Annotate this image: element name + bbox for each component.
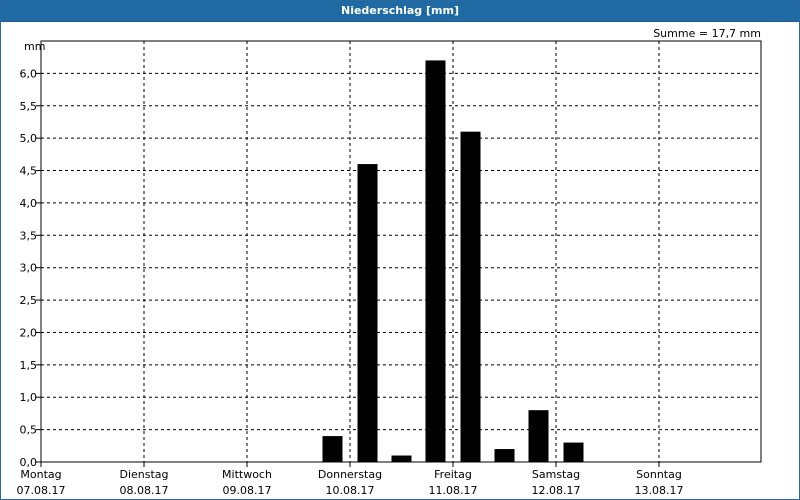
x-tick-day-label: Dienstag [119,468,168,481]
x-tick-date-label: 07.08.17 [17,484,66,497]
precipitation-bar [357,164,378,463]
y-tick-label: 4,0 [20,197,38,210]
sum-annotation: Summe = 17,7 mm [653,27,761,40]
y-tick-label: 6,0 [20,67,38,80]
precipitation-bar [391,455,412,462]
x-tick-date-label: 08.08.17 [120,484,169,497]
precipitation-bar [528,410,549,462]
precipitation-bar [460,131,481,462]
y-tick-label: 2,5 [20,294,38,307]
x-tick-date-label: 11.08.17 [429,484,478,497]
grid-lines [41,41,761,462]
x-tick-day-label: Donnerstag [318,468,382,481]
axes [36,40,762,467]
x-tick-day-label: Samstag [532,468,580,481]
x-tick-date-label: 10.08.17 [326,484,375,497]
y-tick-label: 5,5 [20,100,38,113]
x-tick-day-label: Freitag [434,468,472,481]
precipitation-bar [425,60,446,462]
y-tick-label: 3,0 [20,262,38,275]
precipitation-bar [563,442,584,462]
plot-border [40,40,762,463]
precipitation-chart: 0,00,51,01,52,02,53,03,54,04,55,05,56,0M… [17,27,762,497]
x-tick-date-label: 13.08.17 [635,484,684,497]
y-tick-label: 2,0 [20,326,38,339]
y-tick-label: 1,5 [20,359,38,372]
precipitation-bar [322,436,343,462]
y-tick-label: 0,5 [20,424,38,437]
y-tick-label: 5,0 [20,132,38,145]
x-tick-date-label: 12.08.17 [532,484,581,497]
x-tick-date-label: 09.08.17 [223,484,272,497]
y-tick-label: 3,5 [20,229,38,242]
x-tick-day-label: Mittwoch [222,468,272,481]
y-tick-label: 4,5 [20,165,38,178]
y-axis-unit-label: mm [24,40,45,53]
x-tick-day-label: Montag [20,468,61,481]
x-tick-day-label: Sonntag [636,468,682,481]
precipitation-bar [494,449,515,462]
y-tick-label: 1,0 [20,391,38,404]
